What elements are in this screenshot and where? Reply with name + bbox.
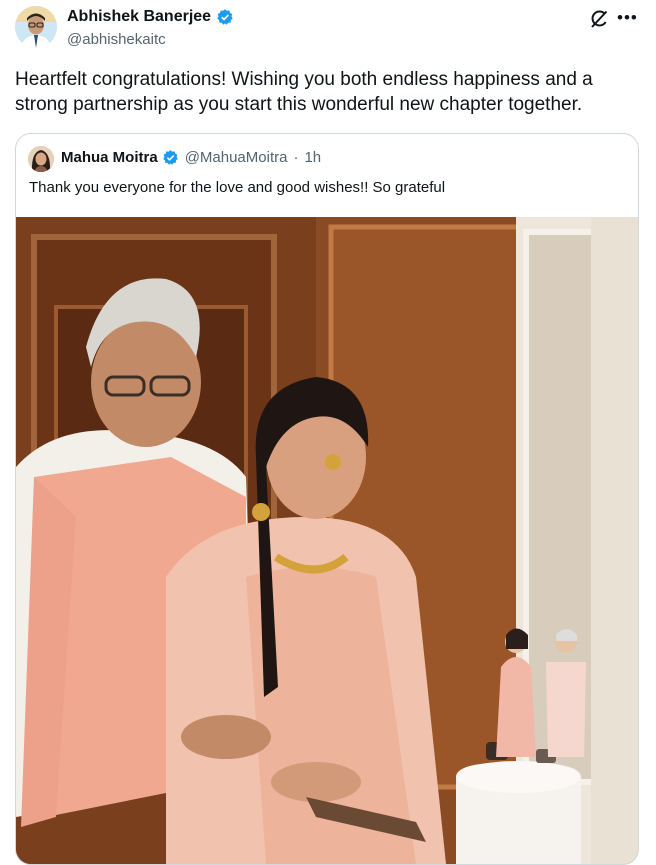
verified-badge-icon: [216, 8, 234, 26]
quoted-author-handle[interactable]: @MahuaMoitra: [185, 149, 288, 166]
quoted-tweet-card[interactable]: Mahua Moitra @MahuaMoitra · 1h Thank you…: [15, 133, 639, 865]
author-name[interactable]: Abhishek Banerjee: [67, 8, 211, 26]
verified-badge-icon: [162, 149, 179, 166]
quoted-photo[interactable]: [16, 217, 638, 864]
quoted-author-name[interactable]: Mahua Moitra: [61, 149, 158, 166]
quoted-author-avatar: [28, 146, 54, 172]
author-handle[interactable]: @abhishekaitc: [67, 31, 166, 48]
quoted-tweet-text: Thank you everyone for the love and good…: [29, 179, 446, 196]
grok-icon[interactable]: [589, 9, 609, 29]
tweet-text: Heartfelt congratulations! Wishing you b…: [15, 69, 593, 115]
quoted-timestamp[interactable]: 1h: [304, 149, 321, 166]
author-avatar[interactable]: [15, 6, 57, 48]
separator-dot: ·: [293, 149, 299, 166]
more-icon[interactable]: •••: [617, 8, 638, 28]
